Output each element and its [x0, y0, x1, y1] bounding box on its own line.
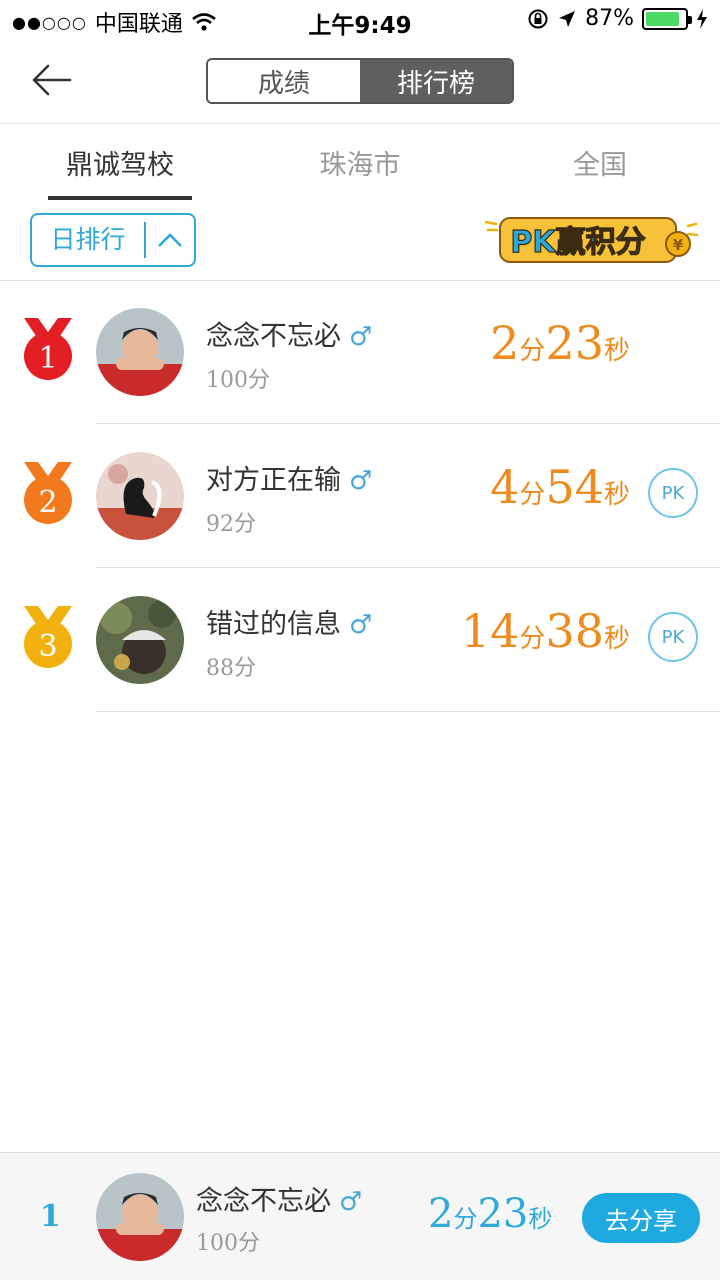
time-seconds: 54 — [545, 460, 604, 514]
male-icon: ♂ — [349, 466, 373, 496]
charging-bolt-icon — [697, 8, 707, 29]
status-right: 87% — [527, 6, 708, 31]
my-avatar[interactable] — [96, 1173, 184, 1261]
region-tabs: 鼎诚驾校 珠海市 全国 — [0, 124, 720, 200]
ranking-period-label: 日排行 — [32, 222, 146, 258]
second-unit: 秒 — [603, 624, 630, 654]
elapsed-time: 2分23秒 — [490, 316, 630, 370]
segmented-control: 成绩 排行榜 — [206, 58, 514, 104]
ranking-row[interactable]: 3 错过的信息 ♂ 88分 14分38秒 PK — [0, 568, 720, 712]
user-name-text: 对方正在输 — [206, 465, 341, 496]
elapsed-time: 14分38秒 — [461, 604, 630, 658]
minute-unit: 分 — [519, 336, 546, 366]
rank-number: 3 — [38, 629, 57, 664]
tab-national[interactable]: 全国 — [480, 124, 720, 200]
user-score: 88分 — [206, 656, 256, 681]
avatar[interactable] — [96, 452, 184, 540]
male-icon: ♂ — [349, 322, 373, 352]
male-icon: ♂ — [339, 1187, 363, 1217]
time-minutes: 14 — [460, 604, 520, 658]
status-bar: ●●○○○ 中国联通 上午9:49 87% — [0, 0, 720, 40]
nav-bar: 成绩 排行榜 — [0, 40, 720, 124]
second-unit: 秒 — [603, 336, 630, 366]
elapsed-time: 4分54秒 — [490, 460, 630, 514]
minute-unit: 分 — [453, 1205, 478, 1233]
user-score: 92分 — [206, 512, 256, 537]
tab-city[interactable]: 珠海市 — [240, 124, 480, 200]
gold-medal-icon: 1 — [24, 318, 72, 380]
battery-fill — [646, 11, 680, 26]
my-user-name-text: 念念不忘必 — [196, 1186, 331, 1217]
pk-banner-text: PK赢积分 — [510, 225, 645, 260]
row-divider — [96, 711, 720, 712]
pk-button[interactable]: PK — [648, 468, 698, 518]
orientation-lock-icon — [528, 9, 548, 28]
battery-icon — [642, 7, 692, 30]
my-user-name: 念念不忘必 ♂ — [196, 1179, 362, 1218]
user-name: 错过的信息 ♂ — [206, 602, 372, 641]
user-name: 对方正在输 ♂ — [206, 458, 372, 497]
time-seconds: 23 — [477, 1191, 529, 1237]
back-arrow-icon[interactable] — [30, 60, 74, 100]
silver-medal-icon: 2 — [24, 462, 72, 524]
second-unit: 秒 — [603, 480, 630, 510]
rank-number: 1 — [38, 341, 57, 376]
time-minutes: 2 — [490, 316, 520, 370]
avatar[interactable] — [96, 596, 184, 684]
chevron-up-icon — [146, 232, 194, 248]
pk-win-points-banner[interactable]: PK赢积分 ¥ — [482, 208, 700, 270]
my-score: 100分 — [196, 1231, 260, 1256]
rank-number: 2 — [38, 485, 57, 520]
location-arrow-icon — [559, 10, 576, 27]
segment-scores[interactable]: 成绩 — [208, 60, 360, 102]
ranking-row[interactable]: 2 对方正在输 ♂ 92分 4分54秒 PK — [0, 424, 720, 568]
ranking-period-dropdown[interactable]: 日排行 — [30, 213, 196, 267]
user-score: 100分 — [206, 368, 270, 393]
user-name-text: 念念不忘必 — [206, 321, 341, 352]
my-rank-number: 1 — [40, 1199, 61, 1234]
tab-school[interactable]: 鼎诚驾校 — [0, 124, 240, 200]
avatar[interactable] — [96, 308, 184, 396]
user-name: 念念不忘必 ♂ — [206, 314, 372, 353]
pk-button[interactable]: PK — [648, 612, 698, 662]
minute-unit: 分 — [519, 624, 546, 654]
time-seconds: 38 — [545, 604, 604, 658]
coin-icon: ¥ — [673, 236, 684, 254]
my-rank-bar: 1 念念不忘必 ♂ 100分 2分23秒 去分享 — [0, 1152, 720, 1280]
time-minutes: 4 — [490, 460, 520, 514]
second-unit: 秒 — [528, 1205, 553, 1233]
segment-leaderboard[interactable]: 排行榜 — [360, 60, 512, 102]
male-icon: ♂ — [349, 610, 373, 640]
time-seconds: 23 — [545, 316, 604, 370]
bronze-medal-icon: 3 — [24, 606, 72, 668]
share-button[interactable]: 去分享 — [582, 1193, 700, 1243]
time-minutes: 2 — [428, 1191, 454, 1237]
minute-unit: 分 — [519, 480, 546, 510]
ranking-row[interactable]: 1 念念不忘必 ♂ 100分 2分23秒 — [0, 280, 720, 424]
user-name-text: 错过的信息 — [206, 609, 341, 640]
battery-percent: 87% — [585, 6, 634, 31]
my-elapsed-time: 2分23秒 — [428, 1191, 552, 1237]
